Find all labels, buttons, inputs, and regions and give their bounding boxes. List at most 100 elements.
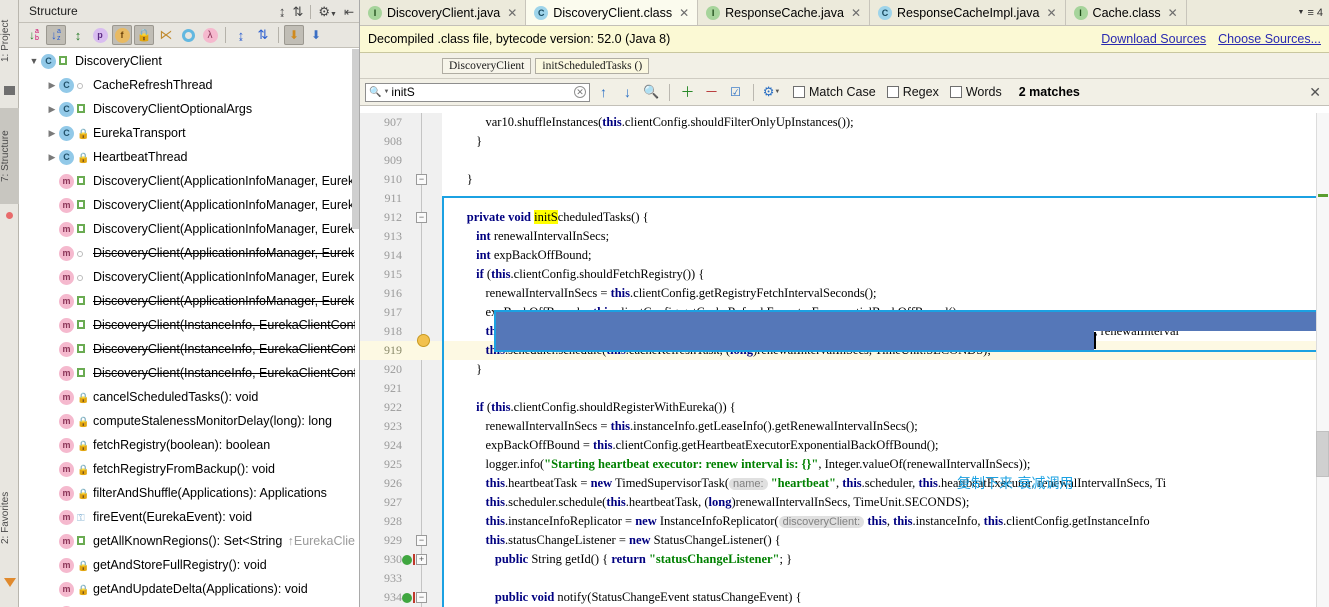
structure-tree-item[interactable]: m 🔒 fetchRegistryFromBackup(): void [19, 457, 359, 481]
close-tab-icon[interactable]: ✕ [851, 6, 861, 20]
code-line[interactable]: renewalIntervalInSecs = this.clientConfi… [442, 284, 1329, 303]
gutter-line[interactable]: 910 [360, 170, 442, 189]
gutter-line[interactable]: 929 [360, 531, 442, 550]
structure-tree-item[interactable]: m DiscoveryClient(ApplicationInfoManager,… [19, 169, 359, 193]
select-all-occurrences-icon[interactable]: ＋ [677, 82, 698, 103]
code-line[interactable]: this.heartbeatTask = new TimedSupervisor… [442, 474, 1329, 493]
code-line[interactable]: expBackOffBound = this.clientConfig.getH… [442, 436, 1329, 455]
structure-tree-item[interactable]: m DiscoveryClient(ApplicationInfoManager,… [19, 193, 359, 217]
editor-tab[interactable]: I DiscoveryClient.java ✕ [360, 0, 527, 25]
structure-tree-item[interactable]: ▼ C DiscoveryClient [19, 49, 359, 73]
show-properties-icon[interactable]: p [90, 25, 110, 45]
tool-window-project[interactable]: 1: Project [0, 2, 19, 80]
structure-tree-item[interactable]: m 🔒 computeStalenessMonitorDelay(long): lo… [19, 409, 359, 433]
close-find-icon[interactable]: ✕ [1309, 84, 1321, 101]
chevron-right-icon[interactable]: ▶ [45, 152, 59, 163]
filter-icon[interactable]: 🔍 [641, 82, 662, 103]
editor-tab[interactable]: C DiscoveryClient.class ✕ [526, 0, 699, 25]
code-line[interactable]: this.scheduler.schedule(this.heartbeatTa… [442, 493, 1329, 512]
select-all-icon[interactable]: ☑ [725, 82, 746, 103]
search-dropdown-icon[interactable]: ▼ [383, 89, 389, 95]
remove-occurrence-icon[interactable]: － [701, 82, 722, 103]
editor-tab[interactable]: I Cache.class ✕ [1065, 0, 1187, 25]
chevron-down-icon[interactable]: ▼ [27, 56, 41, 66]
gutter-line[interactable]: 921 [360, 379, 442, 398]
chevron-right-icon[interactable]: ▶ [45, 128, 59, 139]
tool-window-structure[interactable]: 7: Structure [0, 108, 19, 204]
error-stripe-marker-bar[interactable] [1316, 113, 1329, 607]
structure-tree-item[interactable]: m 🔒 cancelScheduledTasks(): void [19, 385, 359, 409]
show-non-public-icon[interactable]: 🔒 [134, 25, 154, 45]
autoscroll-from-source-icon[interactable]: ⬇ [306, 25, 326, 45]
code-line[interactable]: } [442, 360, 1329, 379]
code-line[interactable]: } [442, 170, 1329, 189]
close-tab-icon[interactable]: ✕ [1046, 6, 1056, 20]
code-line[interactable]: this.instanceInfoReplicator = new Instan… [442, 512, 1329, 531]
editor-tab[interactable]: I ResponseCache.java ✕ [698, 0, 871, 25]
code-line[interactable]: this.statusChangeListener = new StatusCh… [442, 531, 1329, 550]
gutter-line[interactable]: 916 [360, 284, 442, 303]
code-editor[interactable]: 907 908 909 910 911 912 913 914 915 916 917 918 919 9… [360, 113, 1329, 607]
structure-tree-item[interactable]: ▶ C 🔒 HeartbeatThread [19, 145, 359, 169]
sort-by-visibility-icon[interactable]: ↓ a b [24, 25, 44, 45]
gutter-line[interactable]: 911 [360, 189, 442, 208]
chevron-right-icon[interactable]: ▶ [45, 80, 59, 91]
regex-checkbox[interactable]: Regex [886, 85, 939, 99]
close-tab-icon[interactable]: ✕ [507, 6, 517, 20]
structure-tree-item[interactable]: ▶ C 🔒 EurekaTransport [19, 121, 359, 145]
code-line[interactable] [442, 569, 1329, 588]
gear-icon[interactable]: ⚙▼ [318, 4, 337, 20]
gutter-line[interactable]: 927 [360, 493, 442, 512]
gutter-line[interactable]: 922 [360, 398, 442, 417]
search-input[interactable]: 🔍 ▼ initS ✕ [365, 82, 590, 102]
code-line[interactable]: if (this.clientConfig.shouldRegisterWith… [442, 398, 1329, 417]
structure-tree-item[interactable]: m DiscoveryClient(ApplicationInfoManager,… [19, 217, 359, 241]
editor-gutter[interactable]: 907 908 909 910 911 912 913 914 915 916 917 918 919 9… [360, 113, 442, 607]
gutter-line[interactable]: 909 [360, 151, 442, 170]
fold-end-marker[interactable]: − [416, 174, 427, 185]
structure-tree-item[interactable]: m ⚿ fireEvent(EurekaEvent): void [19, 505, 359, 529]
code-line[interactable] [442, 379, 1329, 398]
tool-window-favorites[interactable]: 2: Favorites [0, 468, 19, 568]
structure-tree-item[interactable]: m DiscoveryClient(ApplicationInfoManager,… [19, 265, 359, 289]
structure-tree-item[interactable]: m DiscoveryClient(ApplicationInfoManager,… [19, 289, 359, 313]
code-line[interactable]: public void notify(StatusChangeEvent sta… [442, 588, 1329, 607]
structure-tree-item[interactable]: m 🔒 getAndStoreFullRegistry(): void [19, 553, 359, 577]
code-line[interactable]: if (this.clientConfig.shouldFetchRegistr… [442, 265, 1329, 284]
structure-tree-item[interactable]: m DiscoveryClient(ApplicationInfoManager,… [19, 241, 359, 265]
show-inherited-icon[interactable]: ⋉ [156, 25, 176, 45]
clear-icon[interactable]: ✕ [574, 86, 586, 98]
gutter-line[interactable]: 923 [360, 417, 442, 436]
find-settings-icon[interactable]: ⚙ ▼ [761, 82, 782, 103]
gutter-line[interactable]: 933 [360, 569, 442, 588]
code-line[interactable]: int renewalIntervalInSecs; [442, 227, 1329, 246]
gutter-line[interactable]: 919 [360, 341, 442, 360]
gutter-line[interactable]: 913 [360, 227, 442, 246]
download-sources-link[interactable]: Download Sources [1101, 32, 1206, 46]
gutter-line[interactable]: 934 [360, 588, 442, 607]
structure-tree-item[interactable]: ▶ C CacheRefreshThread [19, 73, 359, 97]
search-result-marker[interactable] [1318, 194, 1328, 197]
code-line[interactable] [442, 189, 1329, 208]
gutter-line[interactable]: 907 [360, 113, 442, 132]
match-case-checkbox[interactable]: Match Case [793, 85, 876, 99]
collapse-all-icon[interactable]: ⇅ [253, 25, 273, 45]
breadcrumb-item[interactable]: DiscoveryClient [442, 57, 532, 74]
close-tab-icon[interactable]: ✕ [679, 6, 689, 20]
tab-list-icon[interactable]: ≡ [1307, 7, 1313, 19]
editor-tab[interactable]: C ResponseCacheImpl.java ✕ [870, 0, 1066, 25]
implementing-method-gutter-icon[interactable] [402, 554, 422, 566]
show-fields-icon[interactable]: f [112, 25, 132, 45]
code-line[interactable]: var10.shuffleInstances(this.clientConfig… [442, 113, 1329, 132]
gutter-line[interactable]: 930 [360, 550, 442, 569]
code-line[interactable]: public String getId() { return "statusCh… [442, 550, 1329, 569]
choose-sources-link[interactable]: Choose Sources... [1218, 32, 1321, 46]
autoscroll-to-source-icon[interactable]: ⬇ [284, 25, 304, 45]
chevron-down-icon[interactable]: ▼ [1298, 9, 1305, 16]
structure-tree-item[interactable]: m getAllKnownRegions(): Set<String> ↑Eurek… [19, 529, 359, 553]
find-previous-icon[interactable]: ↑ [593, 82, 614, 103]
gutter-line[interactable]: 917 [360, 303, 442, 322]
code-line[interactable]: renewalIntervalInSecs = this.instanceInf… [442, 417, 1329, 436]
expand-all-icon[interactable]: ↨ [231, 25, 251, 45]
structure-tree-item[interactable]: m 🔒 fetchRegistry(boolean): boolean [19, 433, 359, 457]
